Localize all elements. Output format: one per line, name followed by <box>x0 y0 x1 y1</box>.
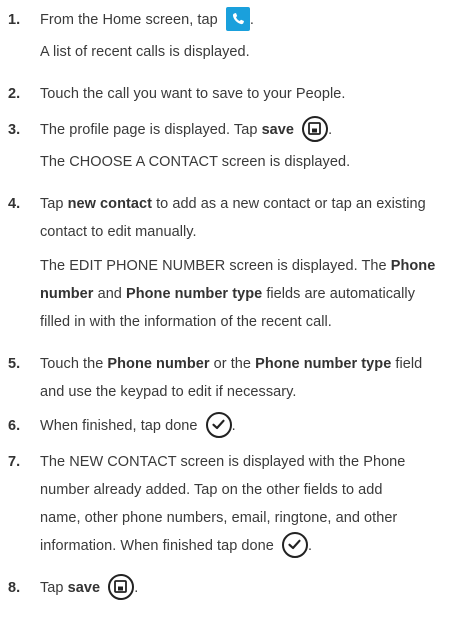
step-text-before: The profile page is displayed. Tap <box>40 122 258 138</box>
step-bold: number <box>40 286 94 302</box>
step-text-line: Touch the Phone number or the Phone numb… <box>40 350 422 378</box>
step-bold: save <box>67 580 101 596</box>
text-span: to add as a new contact or tap an existi… <box>156 196 426 212</box>
step-note: A list of recent calls is displayed. <box>40 44 250 60</box>
text-span: or the <box>213 356 252 372</box>
instruction-page: 1. From the Home screen, tap . A list of… <box>0 0 472 618</box>
step-note-line: The EDIT PHONE NUMBER screen is displaye… <box>40 252 435 280</box>
step-text-line: name, other phone numbers, email, ringto… <box>40 510 398 526</box>
step-bold: Phone number <box>107 356 210 372</box>
text-span: The EDIT PHONE NUMBER screen is displaye… <box>40 258 387 274</box>
step-text-line: Tap new contact to add as a new contact … <box>40 190 426 218</box>
step-bold: Phone number type <box>255 356 392 372</box>
step-number: 1. <box>8 12 21 28</box>
step-text-after: . <box>249 12 254 28</box>
step-text: Touch the call you want to save to your … <box>40 86 346 102</box>
step-text-line: contact to edit manually. <box>40 224 197 240</box>
step-bold: Phone <box>390 258 436 274</box>
text-span: . <box>308 538 313 554</box>
text-span: field <box>395 356 423 372</box>
step-number: 5. <box>8 356 21 372</box>
step-text: When finished, tap done . <box>40 412 236 440</box>
step-text: Tap save . <box>40 574 138 602</box>
phone-icon <box>225 7 250 32</box>
step-note-line: number and Phone number type fields are … <box>40 280 415 308</box>
step-text-line: The NEW CONTACT screen is displayed with… <box>40 454 406 470</box>
text-span: fields are automatically <box>266 286 415 302</box>
step-text-before: Tap <box>40 580 64 596</box>
step-note-line: filled in with the information of the re… <box>40 314 332 330</box>
step-text-before: When finished, tap done <box>40 418 198 434</box>
checkmark-icon <box>205 412 232 439</box>
step-text-after: . <box>134 580 139 596</box>
step-text-before: From the Home screen, tap <box>40 12 218 28</box>
step-number: 7. <box>8 454 21 470</box>
step-bold: Phone number type <box>126 286 263 302</box>
step-number: 6. <box>8 418 21 434</box>
step-text: From the Home screen, tap . <box>40 6 254 34</box>
step-text-after: . <box>328 122 333 138</box>
text-span: information. When finished tap done <box>40 538 274 554</box>
text-span: Touch the <box>40 356 104 372</box>
save-icon <box>302 116 329 143</box>
step-number: 2. <box>8 86 21 102</box>
text-span: Tap <box>40 196 64 212</box>
step-number: 3. <box>8 122 21 138</box>
step-text-line: information. When finished tap done . <box>40 532 312 560</box>
step-text-line: number already added. Tap on the other f… <box>40 482 383 498</box>
step-number: 8. <box>8 580 21 596</box>
step-number: 4. <box>8 196 21 212</box>
step-text-line: and use the keypad to edit if necessary. <box>40 384 297 400</box>
step-bold: new contact <box>67 196 152 212</box>
step-text-after: . <box>231 418 236 434</box>
step-bold: save <box>261 122 295 138</box>
step-text: The profile page is displayed. Tap save … <box>40 116 332 144</box>
text-span: and <box>97 286 122 302</box>
checkmark-icon <box>282 532 308 559</box>
step-note: The CHOOSE A CONTACT screen is displayed… <box>40 154 351 170</box>
save-icon <box>108 574 135 601</box>
